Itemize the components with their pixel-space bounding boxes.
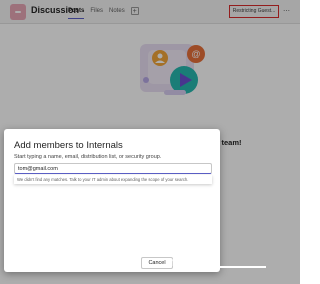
dialog-subtitle: Start typing a name, email, distribution… — [14, 154, 162, 160]
add-members-dialog: Add members to Internals Start typing a … — [4, 129, 220, 272]
watermark-underline — [202, 266, 266, 268]
teams-app: Discussion Posts Files Notes + Restricti… — [0, 0, 300, 284]
no-matches-message: We didn't find any matches. Talk to your… — [14, 175, 212, 184]
dialog-title: Add members to Internals — [14, 140, 123, 151]
member-search-input[interactable] — [14, 163, 212, 174]
